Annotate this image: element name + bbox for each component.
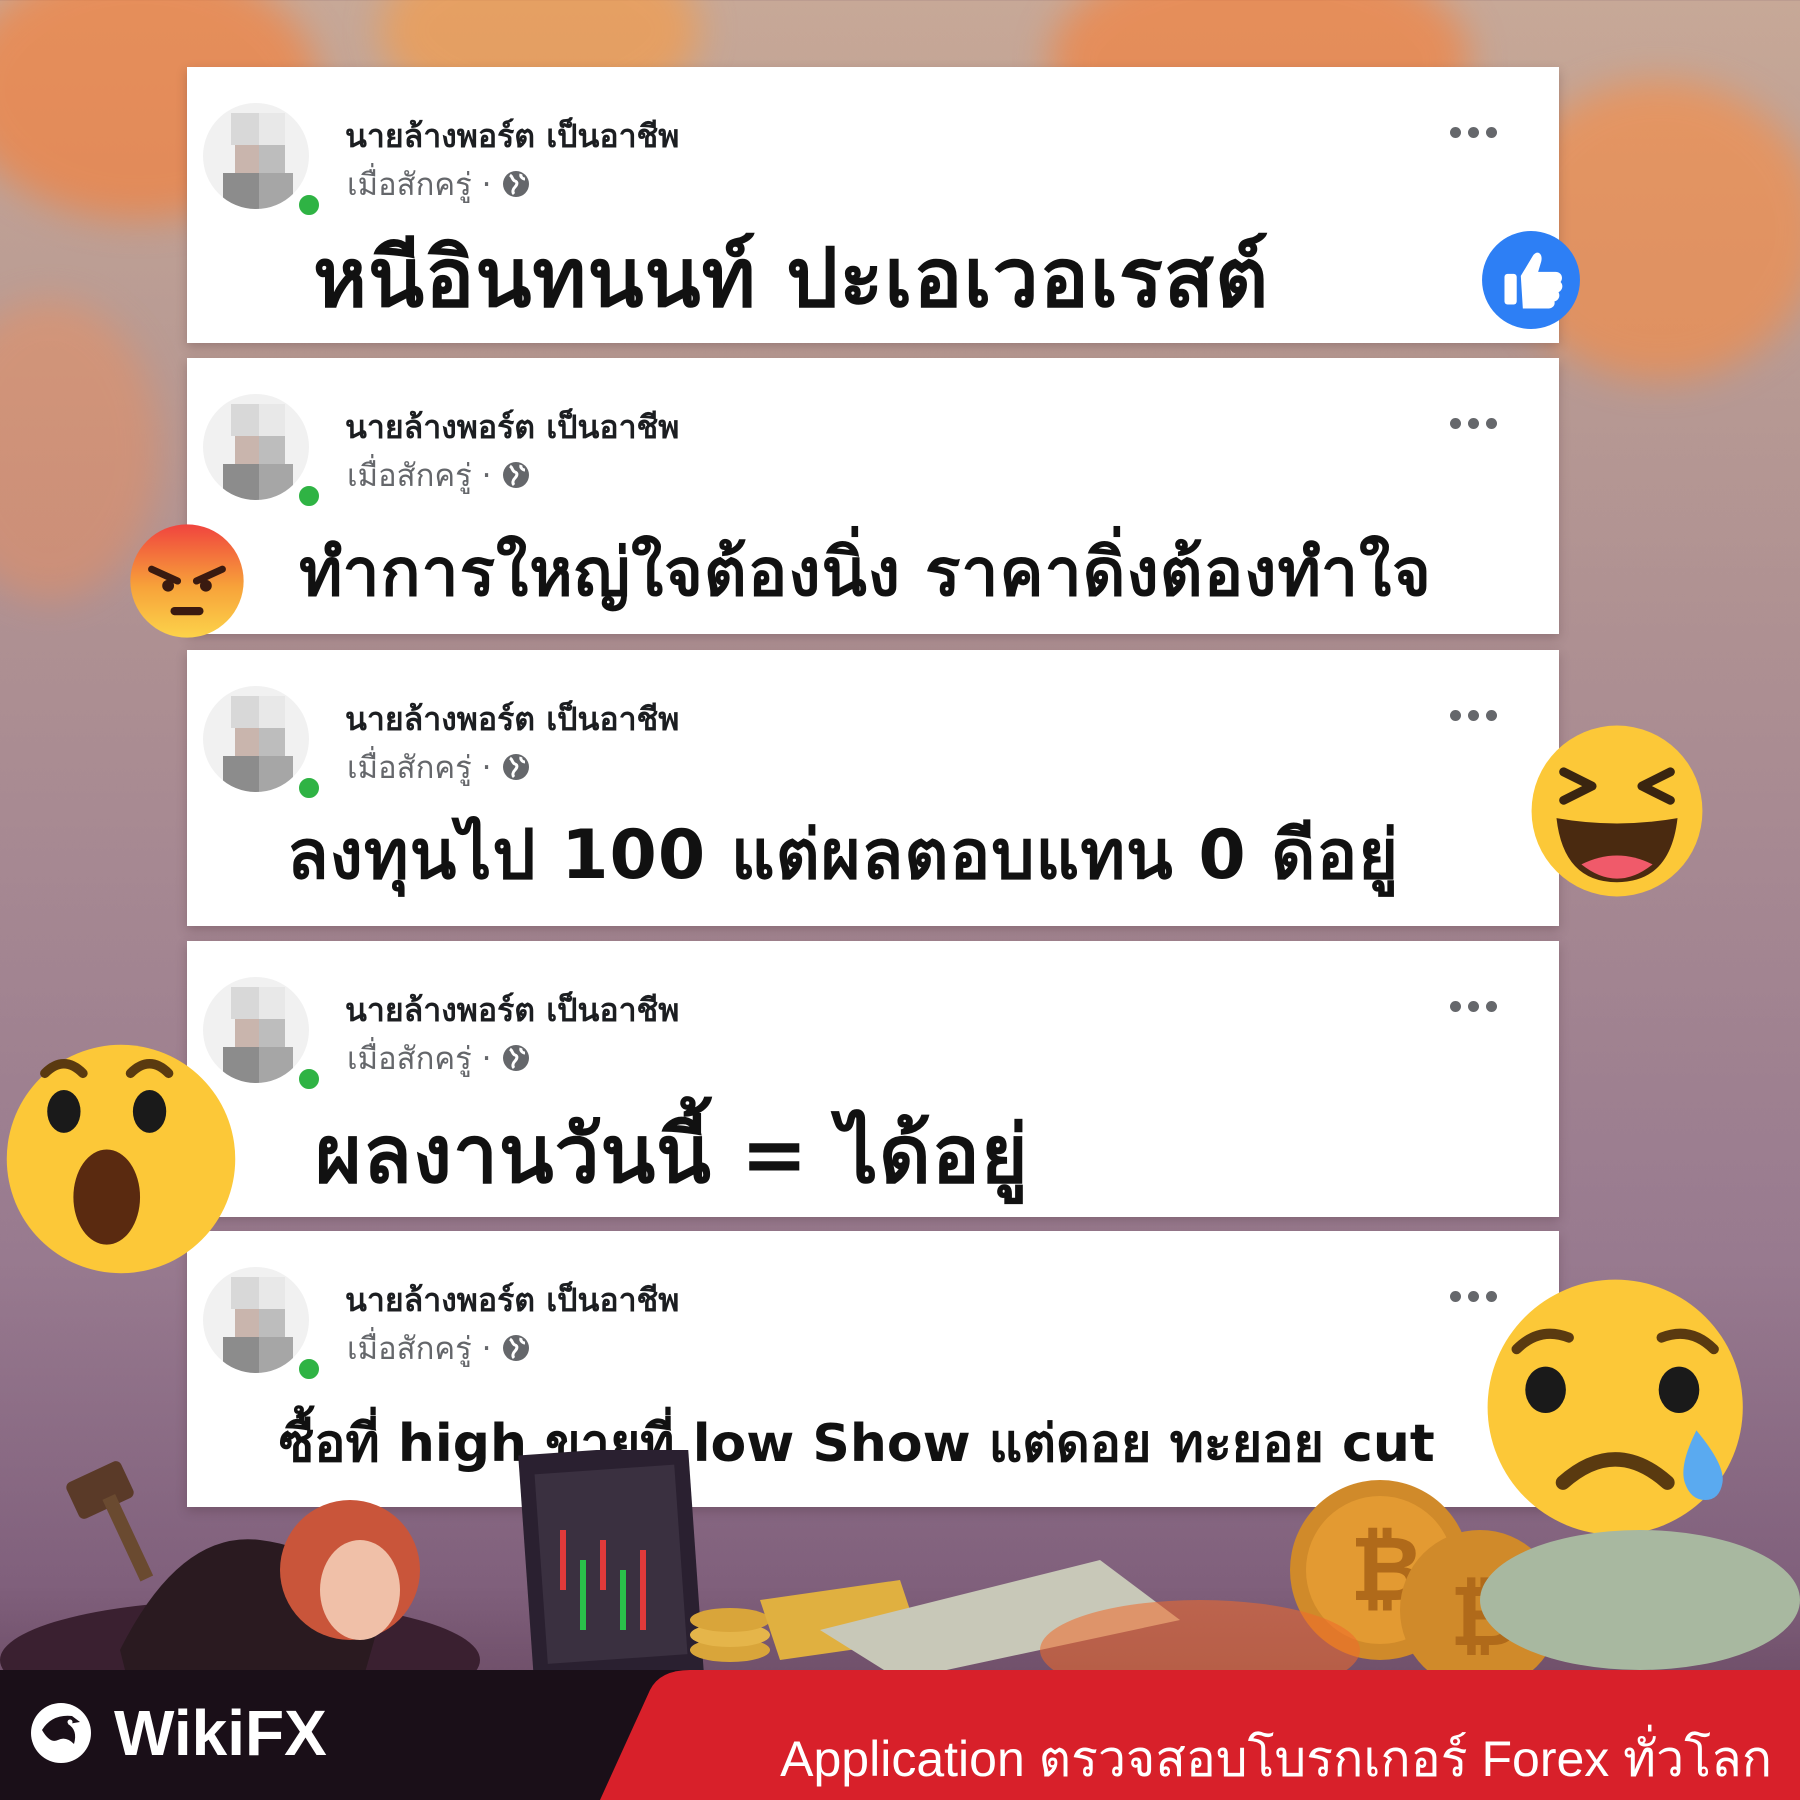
- haha-emoji[interactable]: [1528, 722, 1706, 900]
- post-time[interactable]: เมื่อสักครู่ ·: [347, 450, 491, 500]
- post-time[interactable]: เมื่อสักครู่ ·: [347, 1323, 491, 1373]
- post-card: นายล้างพอร์ต เป็นอาชีพ เมื่อสักครู่ · หน…: [187, 67, 1559, 343]
- post-username[interactable]: นายล้างพอร์ต เป็นอาชีพ: [345, 402, 679, 453]
- post-username[interactable]: นายล้างพอร์ต เป็นอาชีพ: [345, 111, 679, 162]
- post-text: ลงทุนไป 100 แต่ผลตอบแทน 0 ดีอยู่: [287, 816, 1400, 895]
- post-card: นายล้างพอร์ต เป็นอาชีพ เมื่อสักครู่ · ผล…: [187, 941, 1559, 1217]
- post-meta: เมื่อสักครู่ ·: [347, 1033, 531, 1083]
- online-status-dot: [295, 1065, 323, 1093]
- post-card: นายล้างพอร์ต เป็นอาชีพ เมื่อสักครู่ · ลง…: [187, 650, 1559, 926]
- avatar[interactable]: [203, 394, 309, 500]
- post-meta: เมื่อสักครู่ ·: [347, 742, 531, 792]
- wikifx-logo[interactable]: WikiFX: [28, 1696, 327, 1770]
- wow-emoji[interactable]: [2, 1040, 240, 1278]
- post-username[interactable]: นายล้างพอร์ต เป็นอาชีพ: [345, 985, 679, 1036]
- post-meta: เมื่อสักครู่ ·: [347, 159, 531, 209]
- post-text: ทำการใหญ่ใจต้องนิ่ง ราคาดิ่งต้องทำใจ: [299, 534, 1432, 611]
- post-time[interactable]: เมื่อสักครู่ ·: [347, 1033, 491, 1083]
- globe-icon: [503, 1045, 530, 1071]
- avatar[interactable]: [203, 103, 309, 209]
- post-time[interactable]: เมื่อสักครู่ ·: [347, 742, 491, 792]
- avatar[interactable]: [203, 1267, 309, 1373]
- eagle-logo-icon: [31, 1703, 91, 1763]
- post-meta: เมื่อสักครู่ ·: [347, 1323, 531, 1373]
- more-options-icon[interactable]: [1450, 127, 1497, 138]
- more-options-icon[interactable]: [1450, 418, 1497, 429]
- post-text: หนีอินทนนท์ ปะเอเวอเรสต์: [313, 231, 1270, 326]
- online-status-dot: [295, 1355, 323, 1383]
- online-status-dot: [295, 482, 323, 510]
- post-username[interactable]: นายล้างพอร์ต เป็นอาชีพ: [345, 694, 679, 745]
- globe-icon: [503, 171, 530, 197]
- more-options-icon[interactable]: [1450, 1001, 1497, 1012]
- post-username[interactable]: นายล้างพอร์ต เป็นอาชีพ: [345, 1275, 679, 1326]
- online-status-dot: [295, 774, 323, 802]
- post-meta: เมื่อสักครู่ ·: [347, 450, 531, 500]
- post-card: นายล้างพอร์ต เป็นอาชีพ เมื่อสักครู่ · ทำ…: [187, 358, 1559, 634]
- angry-emoji[interactable]: [128, 522, 246, 640]
- background-illustration: ₿ ₿: [0, 1450, 1800, 1690]
- brand-tagline: Application ตรวจสอบโบรกเกอร์ Forex ทั่วโ…: [780, 1731, 1772, 1787]
- avatar[interactable]: [203, 686, 309, 792]
- post-text: ผลงานวันนี้ = ได้อยู่: [315, 1108, 1029, 1201]
- like-icon[interactable]: [1480, 229, 1582, 331]
- globe-icon: [503, 1335, 530, 1361]
- globe-icon: [503, 462, 530, 488]
- post-time[interactable]: เมื่อสักครู่ ·: [347, 159, 491, 209]
- more-options-icon[interactable]: [1450, 710, 1497, 721]
- brand-name: WikiFX: [114, 1697, 327, 1769]
- globe-icon: [503, 754, 530, 780]
